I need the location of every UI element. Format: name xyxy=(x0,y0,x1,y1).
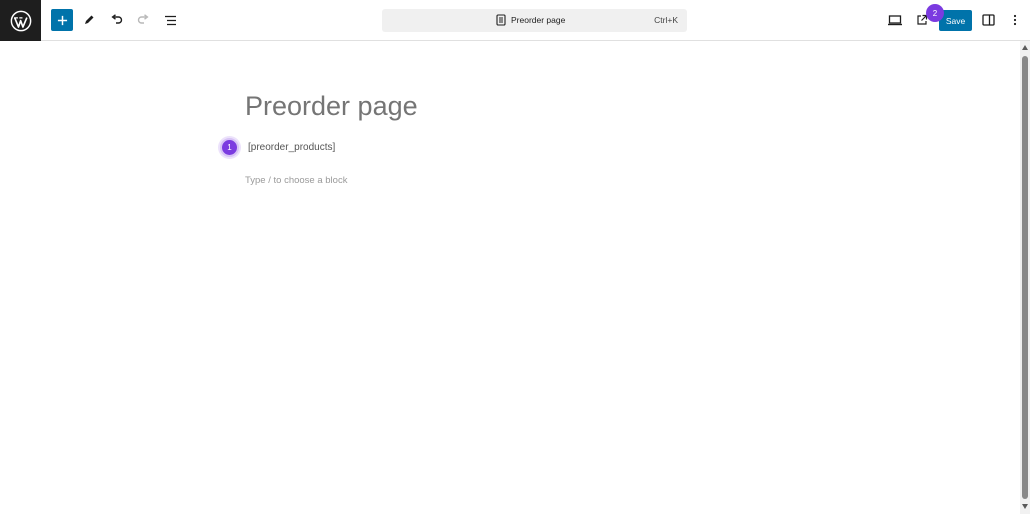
more-vertical-icon xyxy=(1013,14,1017,26)
redo-button[interactable] xyxy=(132,9,154,31)
undo-button[interactable] xyxy=(105,9,127,31)
redo-icon xyxy=(137,14,149,24)
add-block-button[interactable] xyxy=(51,9,73,31)
block-appender[interactable]: Type / to choose a block xyxy=(245,175,347,187)
list-view-icon xyxy=(164,15,176,25)
document-icon xyxy=(496,14,506,26)
shortcode-block[interactable]: [preorder_products] xyxy=(248,142,335,154)
command-palette-button[interactable]: Preorder page Ctrl+K xyxy=(382,9,687,32)
wordpress-logo-icon[interactable] xyxy=(0,0,41,41)
preview-button[interactable] xyxy=(884,9,906,31)
document-overview-button[interactable] xyxy=(159,9,181,31)
post-title[interactable]: Preorder page xyxy=(245,89,418,123)
document-title: Preorder page xyxy=(511,15,566,25)
editor-header: Preorder page Ctrl+K Save 2 xyxy=(0,0,1030,41)
sidebar-icon xyxy=(981,14,995,26)
pencil-icon xyxy=(85,15,94,24)
tools-button[interactable] xyxy=(78,9,100,31)
desktop-icon xyxy=(888,14,902,25)
plus-icon xyxy=(57,15,67,25)
scroll-down-arrow-icon[interactable] xyxy=(1022,504,1028,509)
step-badge-2: 2 xyxy=(926,4,944,22)
scroll-up-arrow-icon[interactable] xyxy=(1022,45,1028,50)
undo-icon xyxy=(110,14,122,24)
options-button[interactable] xyxy=(1004,9,1026,31)
settings-button[interactable] xyxy=(977,9,999,31)
step-badge-1: 1 xyxy=(220,138,239,157)
scrollbar-thumb[interactable] xyxy=(1022,56,1028,499)
scrollbar[interactable] xyxy=(1020,41,1030,514)
keyboard-shortcut: Ctrl+K xyxy=(654,15,678,25)
